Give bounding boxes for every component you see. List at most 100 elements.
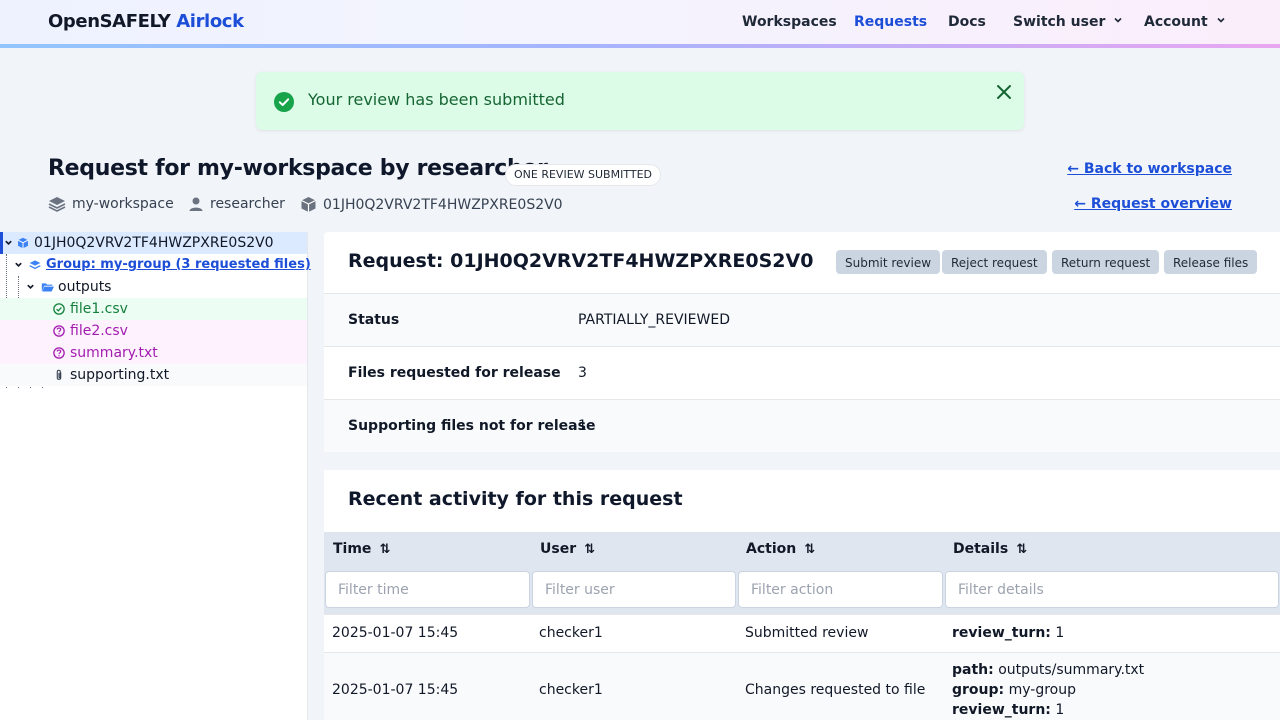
meta-workspace-label: my-workspace	[72, 196, 174, 212]
close-icon[interactable]	[994, 82, 1014, 102]
check-circle-icon	[53, 303, 65, 315]
detail-key: path:	[952, 662, 994, 678]
column-header-details[interactable]: Details ⇅	[953, 541, 1027, 557]
request-panel: Request: 01JH0Q2VRV2TF4HWZPXRE0S2V0 Subm…	[324, 232, 1280, 452]
detail-value: my-group	[1008, 682, 1076, 698]
table-row: 2025-01-07 15:45 checker1 Changes reques…	[324, 652, 1280, 720]
cube-icon	[301, 197, 316, 212]
alert-message: Your review has been submitted	[308, 90, 565, 109]
cell-detail: review_turn: 1	[952, 702, 1064, 718]
row-value: 3	[578, 365, 587, 381]
status-badge: ONE REVIEW SUBMITTED	[505, 164, 661, 186]
tree-item-group[interactable]: Group: my-group (3 requested files)	[0, 254, 311, 276]
status-row: Status PARTIALLY_REVIEWED	[324, 293, 1280, 346]
cell-time: 2025-01-07 15:45	[332, 682, 459, 698]
table-row: 2025-01-07 15:45 checker1 Submitted revi…	[324, 614, 1280, 652]
filter-action-input[interactable]	[738, 571, 943, 608]
chevron-down-icon	[1217, 17, 1225, 23]
detail-key: review_turn:	[952, 625, 1051, 641]
user-icon	[189, 197, 203, 211]
cell-time: 2025-01-07 15:45	[332, 625, 459, 641]
tree-item-file[interactable]: file1.csv	[0, 298, 307, 320]
filter-user-input[interactable]	[532, 571, 736, 608]
tree-label: outputs	[58, 279, 112, 295]
nav-requests[interactable]: Requests	[854, 14, 927, 30]
chevron-down-icon	[1114, 17, 1122, 23]
activity-section: Recent activity for this request Time ⇅ U…	[324, 470, 1280, 720]
column-header-time[interactable]: Time ⇅	[333, 541, 390, 557]
return-request-button[interactable]: Return request	[1052, 250, 1160, 274]
sort-icon: ⇅	[804, 542, 816, 557]
tree-label: summary.txt	[70, 345, 158, 361]
cube-icon	[17, 237, 29, 249]
meta-author: researcher	[188, 196, 285, 212]
cell-detail: path: outputs/summary.txt	[952, 662, 1144, 678]
chevron-down-icon	[5, 240, 12, 245]
tree-item-file[interactable]: supporting.txt	[0, 364, 307, 386]
tree-item-file[interactable]: summary.txt	[0, 342, 307, 364]
filter-time-input[interactable]	[325, 571, 530, 608]
top-nav-bar: OpenSAFELY Airlock Workspaces Requests D…	[0, 0, 1280, 48]
cell-detail: review_turn: 1	[952, 625, 1064, 641]
tree-label: file2.csv	[70, 323, 128, 339]
column-label: User	[540, 541, 577, 557]
success-alert: Your review has been submitted	[256, 72, 1024, 130]
cell-user: checker1	[539, 625, 603, 641]
files-requested-row: Files requested for release 3	[324, 346, 1280, 399]
file-tree: 01JH0Q2VRV2TF4HWZPXRE0S2V0 Group: my-gro…	[0, 232, 311, 720]
nav-docs[interactable]: Docs	[948, 14, 986, 30]
cell-action: Submitted review	[745, 625, 869, 641]
detail-value: outputs/summary.txt	[998, 662, 1145, 678]
paperclip-icon	[56, 369, 62, 380]
supporting-files-row: Supporting files not for release 1	[324, 399, 1280, 452]
column-label: Details	[953, 541, 1009, 557]
folder-open-icon	[41, 283, 54, 292]
row-value: PARTIALLY_REVIEWED	[578, 312, 730, 328]
column-label: Action	[746, 541, 797, 557]
request-overview-link[interactable]: ← Request overview	[1074, 196, 1232, 212]
row-value: 1	[578, 418, 587, 434]
tree-label: file1.csv	[70, 301, 128, 317]
sort-icon: ⇅	[1016, 542, 1028, 557]
tree-label: 01JH0Q2VRV2TF4HWZPXRE0S2V0	[34, 235, 274, 251]
detail-value: 1	[1055, 702, 1065, 718]
detail-value: 1	[1055, 625, 1065, 641]
brand-suffix: Airlock	[176, 11, 244, 32]
column-label: Time	[333, 541, 372, 557]
brand-logo[interactable]: OpenSAFELY Airlock	[48, 11, 244, 32]
sort-icon: ⇅	[379, 542, 391, 557]
filter-details-input[interactable]	[945, 571, 1279, 608]
back-to-workspace-link[interactable]: ← Back to workspace	[1067, 161, 1232, 177]
detail-key: review_turn:	[952, 702, 1051, 718]
meta-author-label: researcher	[210, 196, 285, 212]
nav-switch-user[interactable]: Switch user	[1013, 14, 1123, 30]
row-key: Files requested for release	[348, 365, 561, 381]
activity-title: Recent activity for this request	[348, 488, 683, 510]
row-key: Supporting files not for release	[348, 418, 596, 434]
page-title: Request for my-workspace by researcher	[48, 156, 548, 181]
meta-request-id-label: 01JH0Q2VRV2TF4HWZPXRE0S2V0	[323, 196, 563, 213]
nav-workspaces[interactable]: Workspaces	[742, 14, 837, 30]
panel-title: Request: 01JH0Q2VRV2TF4HWZPXRE0S2V0	[348, 250, 814, 272]
cell-action: Changes requested to file	[745, 682, 926, 698]
brand-prefix: OpenSAFELY	[48, 11, 171, 32]
submit-review-button[interactable]: Submit review	[836, 250, 941, 274]
tree-item-outputs-folder[interactable]: outputs	[0, 276, 307, 298]
layers-icon	[48, 197, 66, 212]
chevron-down-icon	[15, 262, 22, 267]
tree-item-file[interactable]: file2.csv	[0, 320, 307, 342]
account-label: Account	[1144, 14, 1208, 30]
activity-table-header: Time ⇅ User ⇅ Action ⇅ Details ⇅	[324, 532, 1280, 614]
tree-label: Group: my-group (3 requested files)	[46, 257, 311, 272]
meta-workspace: my-workspace	[48, 196, 174, 212]
nav-account[interactable]: Account	[1144, 14, 1226, 30]
tree-item-request[interactable]: 01JH0Q2VRV2TF4HWZPXRE0S2V0	[0, 232, 307, 254]
column-header-action[interactable]: Action ⇅	[746, 541, 815, 557]
row-key: Status	[348, 312, 400, 328]
meta-request-id: 01JH0Q2VRV2TF4HWZPXRE0S2V0	[300, 196, 563, 213]
reject-request-button[interactable]: Reject request	[942, 250, 1047, 274]
release-files-button[interactable]: Release files	[1164, 250, 1258, 274]
layers-icon	[29, 260, 41, 270]
column-header-user[interactable]: User ⇅	[540, 541, 595, 557]
question-circle-icon	[53, 347, 65, 359]
